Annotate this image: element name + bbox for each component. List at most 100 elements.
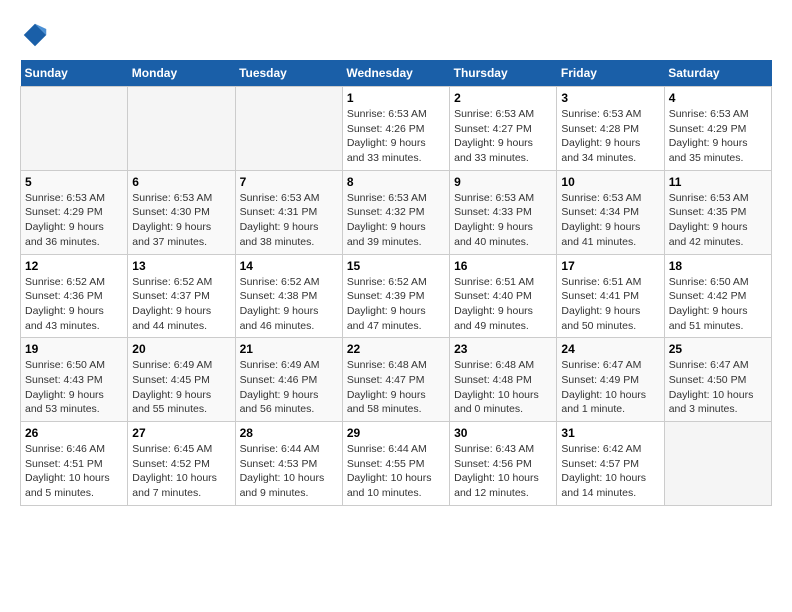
calendar-cell: 18 Sunrise: 6:50 AMSunset: 4:42 PMDayligh… [664, 254, 771, 338]
day-info: Sunrise: 6:52 AMSunset: 4:37 PMDaylight:… [132, 275, 230, 334]
day-number: 2 [454, 91, 552, 105]
day-info: Sunrise: 6:53 AMSunset: 4:31 PMDaylight:… [240, 191, 338, 250]
day-info: Sunrise: 6:53 AMSunset: 4:26 PMDaylight:… [347, 107, 445, 166]
calendar-cell: 7 Sunrise: 6:53 AMSunset: 4:31 PMDaylight… [235, 170, 342, 254]
day-info: Sunrise: 6:47 AMSunset: 4:50 PMDaylight:… [669, 358, 767, 417]
day-number: 1 [347, 91, 445, 105]
day-number: 18 [669, 259, 767, 273]
calendar-cell: 24 Sunrise: 6:47 AMSunset: 4:49 PMDayligh… [557, 338, 664, 422]
weekday-header: Tuesday [235, 60, 342, 87]
day-info: Sunrise: 6:53 AMSunset: 4:29 PMDaylight:… [669, 107, 767, 166]
calendar-cell [21, 87, 128, 171]
day-number: 3 [561, 91, 659, 105]
calendar-cell: 12Sunrise: 6:52 AMSunset: 4:36 PMDayligh… [21, 254, 128, 338]
calendar-week-row: 19Sunrise: 6:50 AMSunset: 4:43 PMDayligh… [21, 338, 772, 422]
calendar-cell: 25 Sunrise: 6:47 AMSunset: 4:50 PMDayligh… [664, 338, 771, 422]
calendar-cell [664, 422, 771, 506]
day-number: 20 [132, 342, 230, 356]
day-info: Sunrise: 6:53 AMSunset: 4:33 PMDaylight:… [454, 191, 552, 250]
day-number: 30 [454, 426, 552, 440]
calendar-cell: 22 Sunrise: 6:48 AMSunset: 4:47 PMDayligh… [342, 338, 449, 422]
day-number: 24 [561, 342, 659, 356]
weekday-header: Sunday [21, 60, 128, 87]
day-number: 23 [454, 342, 552, 356]
day-info: Sunrise: 6:52 AMSunset: 4:36 PMDaylight:… [25, 275, 123, 334]
day-number: 31 [561, 426, 659, 440]
calendar-cell: 2 Sunrise: 6:53 AMSunset: 4:27 PMDaylight… [450, 87, 557, 171]
day-info: Sunrise: 6:50 AMSunset: 4:42 PMDaylight:… [669, 275, 767, 334]
day-number: 10 [561, 175, 659, 189]
calendar-cell: 19Sunrise: 6:50 AMSunset: 4:43 PMDayligh… [21, 338, 128, 422]
calendar-cell: 23 Sunrise: 6:48 AMSunset: 4:48 PMDayligh… [450, 338, 557, 422]
day-number: 17 [561, 259, 659, 273]
calendar-cell [128, 87, 235, 171]
page-header [20, 20, 772, 50]
day-info: Sunrise: 6:44 AMSunset: 4:53 PMDaylight:… [240, 442, 338, 501]
day-info: Sunrise: 6:53 AMSunset: 4:34 PMDaylight:… [561, 191, 659, 250]
day-info: Sunrise: 6:53 AMSunset: 4:27 PMDaylight:… [454, 107, 552, 166]
day-info: Sunrise: 6:48 AMSunset: 4:48 PMDaylight:… [454, 358, 552, 417]
day-info: Sunrise: 6:44 AMSunset: 4:55 PMDaylight:… [347, 442, 445, 501]
day-info: Sunrise: 6:49 AMSunset: 4:46 PMDaylight:… [240, 358, 338, 417]
day-info: Sunrise: 6:50 AMSunset: 4:43 PMDaylight:… [25, 358, 123, 417]
weekday-header: Saturday [664, 60, 771, 87]
calendar-cell: 20Sunrise: 6:49 AMSunset: 4:45 PMDayligh… [128, 338, 235, 422]
day-info: Sunrise: 6:52 AMSunset: 4:38 PMDaylight:… [240, 275, 338, 334]
day-info: Sunrise: 6:53 AMSunset: 4:32 PMDaylight:… [347, 191, 445, 250]
calendar-week-row: 12Sunrise: 6:52 AMSunset: 4:36 PMDayligh… [21, 254, 772, 338]
day-info: Sunrise: 6:51 AMSunset: 4:40 PMDaylight:… [454, 275, 552, 334]
calendar-cell: 29 Sunrise: 6:44 AMSunset: 4:55 PMDayligh… [342, 422, 449, 506]
calendar-cell: 5Sunrise: 6:53 AMSunset: 4:29 PMDaylight… [21, 170, 128, 254]
day-info: Sunrise: 6:46 AMSunset: 4:51 PMDaylight:… [25, 442, 123, 501]
day-info: Sunrise: 6:51 AMSunset: 4:41 PMDaylight:… [561, 275, 659, 334]
calendar-cell: 9Sunrise: 6:53 AMSunset: 4:33 PMDaylight… [450, 170, 557, 254]
day-number: 15 [347, 259, 445, 273]
calendar-cell: 15 Sunrise: 6:52 AMSunset: 4:39 PMDayligh… [342, 254, 449, 338]
day-number: 22 [347, 342, 445, 356]
day-number: 7 [240, 175, 338, 189]
day-info: Sunrise: 6:47 AMSunset: 4:49 PMDaylight:… [561, 358, 659, 417]
calendar-week-row: 1 Sunrise: 6:53 AMSunset: 4:26 PMDaylight… [21, 87, 772, 171]
day-number: 5 [25, 175, 123, 189]
day-number: 26 [25, 426, 123, 440]
calendar-cell: 31 Sunrise: 6:42 AMSunset: 4:57 PMDayligh… [557, 422, 664, 506]
day-info: Sunrise: 6:48 AMSunset: 4:47 PMDaylight:… [347, 358, 445, 417]
day-info: Sunrise: 6:43 AMSunset: 4:56 PMDaylight:… [454, 442, 552, 501]
day-number: 16 [454, 259, 552, 273]
calendar-cell: 30 Sunrise: 6:43 AMSunset: 4:56 PMDayligh… [450, 422, 557, 506]
calendar-week-row: 26 Sunrise: 6:46 AMSunset: 4:51 PMDayligh… [21, 422, 772, 506]
logo-icon [20, 20, 50, 50]
calendar-cell [235, 87, 342, 171]
day-number: 29 [347, 426, 445, 440]
weekday-header: Wednesday [342, 60, 449, 87]
day-number: 25 [669, 342, 767, 356]
calendar-cell: 6 Sunrise: 6:53 AMSunset: 4:30 PMDaylight… [128, 170, 235, 254]
calendar-cell: 16 Sunrise: 6:51 AMSunset: 4:40 PMDayligh… [450, 254, 557, 338]
day-number: 28 [240, 426, 338, 440]
logo [20, 20, 54, 50]
calendar-cell: 26 Sunrise: 6:46 AMSunset: 4:51 PMDayligh… [21, 422, 128, 506]
day-info: Sunrise: 6:53 AMSunset: 4:28 PMDaylight:… [561, 107, 659, 166]
day-info: Sunrise: 6:52 AMSunset: 4:39 PMDaylight:… [347, 275, 445, 334]
calendar-cell: 14 Sunrise: 6:52 AMSunset: 4:38 PMDayligh… [235, 254, 342, 338]
day-number: 6 [132, 175, 230, 189]
calendar-cell: 13 Sunrise: 6:52 AMSunset: 4:37 PMDayligh… [128, 254, 235, 338]
day-number: 4 [669, 91, 767, 105]
day-number: 11 [669, 175, 767, 189]
calendar-cell: 4 Sunrise: 6:53 AMSunset: 4:29 PMDaylight… [664, 87, 771, 171]
calendar-cell: 27Sunrise: 6:45 AMSunset: 4:52 PMDayligh… [128, 422, 235, 506]
calendar-cell: 11 Sunrise: 6:53 AMSunset: 4:35 PMDayligh… [664, 170, 771, 254]
day-info: Sunrise: 6:42 AMSunset: 4:57 PMDaylight:… [561, 442, 659, 501]
weekday-header: Thursday [450, 60, 557, 87]
calendar-cell: 28 Sunrise: 6:44 AMSunset: 4:53 PMDayligh… [235, 422, 342, 506]
calendar-cell: 8 Sunrise: 6:53 AMSunset: 4:32 PMDaylight… [342, 170, 449, 254]
day-info: Sunrise: 6:53 AMSunset: 4:35 PMDaylight:… [669, 191, 767, 250]
calendar-cell: 10 Sunrise: 6:53 AMSunset: 4:34 PMDayligh… [557, 170, 664, 254]
day-info: Sunrise: 6:53 AMSunset: 4:30 PMDaylight:… [132, 191, 230, 250]
calendar-cell: 1 Sunrise: 6:53 AMSunset: 4:26 PMDaylight… [342, 87, 449, 171]
weekday-header: Friday [557, 60, 664, 87]
day-number: 14 [240, 259, 338, 273]
day-number: 8 [347, 175, 445, 189]
day-number: 13 [132, 259, 230, 273]
calendar-week-row: 5Sunrise: 6:53 AMSunset: 4:29 PMDaylight… [21, 170, 772, 254]
